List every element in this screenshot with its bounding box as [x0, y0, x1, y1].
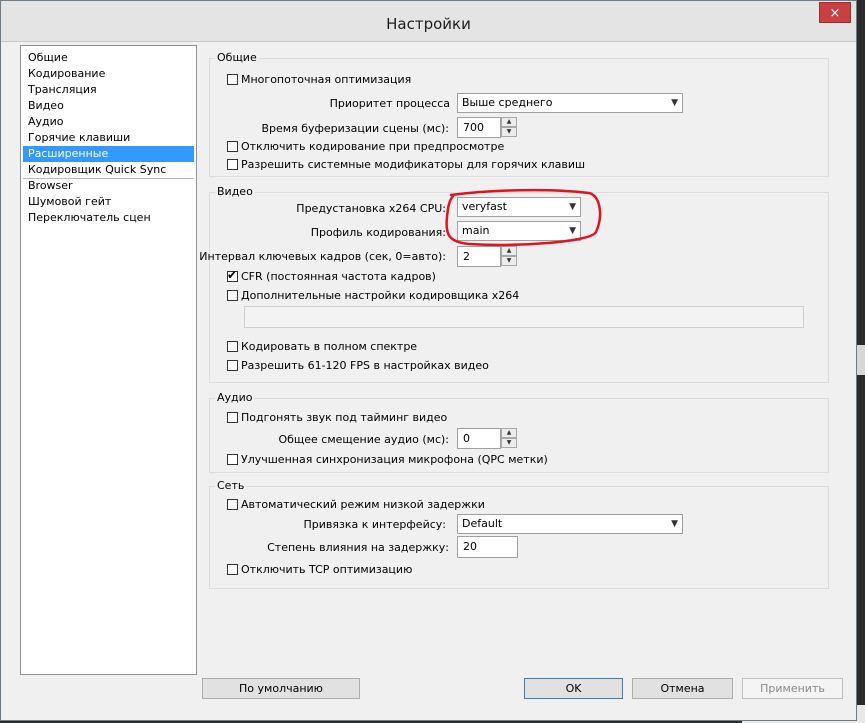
allow-fps-label: Разрешить 61-120 FPS в настройках видео: [241, 359, 489, 372]
sidebar-item-quick-sync[interactable]: Кодировщик Quick Sync: [23, 162, 194, 178]
multithread-label: Многопоточная оптимизация: [241, 73, 412, 86]
cancel-button[interactable]: Отмена: [632, 678, 733, 699]
allow-fps-checkbox[interactable]: Разрешить 61-120 FPS в настройках видео: [227, 359, 489, 372]
video-group-title: Видео: [215, 185, 255, 198]
defaults-button[interactable]: По умолчанию: [202, 678, 360, 699]
spin-down-icon[interactable]: ▼: [501, 127, 517, 137]
buffer-spinbox[interactable]: 700 ▲ ▼: [457, 117, 517, 138]
checkbox-box[interactable]: [227, 341, 238, 352]
sidebar-item-general[interactable]: Общие: [23, 50, 194, 66]
general-group-title: Общие: [215, 51, 259, 64]
sidebar-item-scene-switcher[interactable]: Переключатель сцен: [23, 210, 194, 226]
latency-factor-input[interactable]: 20: [457, 536, 518, 558]
cfr-label: CFR (постоянная частота кадров): [241, 270, 436, 283]
low-latency-label: Автоматический режим низкой задержки: [241, 498, 485, 511]
advanced-x264-label: Дополнительные настройки кодировщика x26…: [241, 289, 520, 302]
buffer-label: Время буферизации сцены (мс):: [261, 122, 450, 135]
advanced-x264-input[interactable]: [244, 306, 804, 328]
checkbox-box[interactable]: [227, 268, 238, 282]
sidebar-item-audio[interactable]: Аудио: [23, 114, 194, 130]
settings-category-list[interactable]: Общие Кодирование Трансляция Видео Аудио…: [20, 45, 197, 675]
disable-tcp-checkbox[interactable]: Отключить TCP оптимизацию: [227, 563, 412, 576]
checkbox-box[interactable]: [227, 412, 238, 423]
checkbox-box[interactable]: [227, 141, 238, 152]
checkbox-box[interactable]: [227, 159, 238, 170]
cfr-checkbox[interactable]: CFR (постоянная частота кадров): [227, 268, 436, 283]
sidebar-item-hotkeys[interactable]: Горячие клавиши: [23, 130, 194, 146]
audio-sync-label: Подгонять звук под тайминг видео: [241, 411, 448, 424]
audio-group-title: Аудио: [215, 391, 255, 404]
close-icon: ×: [829, 6, 841, 21]
background-fragment: [857, 345, 865, 375]
disable-preview-label: Отключить кодирование при предпросмотре: [241, 140, 505, 153]
checkbox-box[interactable]: [227, 454, 238, 465]
mic-sync-label: Улучшенная синхронизация микрофона (QPC …: [241, 453, 548, 466]
annotation-stroke: [445, 188, 602, 247]
settings-window: Настройки × Общие Кодирование Трансляция…: [0, 0, 857, 721]
keyframe-label: Интервал ключевых кадров (сек, 0=авто):: [199, 250, 446, 263]
profile-label: Профиль кодирования:: [310, 226, 446, 239]
sidebar-item-broadcast[interactable]: Трансляция: [23, 82, 194, 98]
mic-sync-checkbox[interactable]: Улучшенная синхронизация микрофона (QPC …: [227, 453, 548, 466]
priority-select[interactable]: Выше среднего ▼: [457, 93, 683, 113]
preset-label: Предустановка x264 CPU:: [296, 202, 446, 215]
spin-up-icon[interactable]: ▲: [501, 117, 517, 127]
chevron-down-icon: ▼: [671, 519, 678, 529]
advanced-x264-checkbox[interactable]: Дополнительные настройки кодировщика x26…: [227, 289, 519, 302]
buffer-value[interactable]: 700: [457, 117, 501, 138]
audio-sync-checkbox[interactable]: Подгонять звук под тайминг видео: [227, 411, 447, 424]
priority-label: Приоритет процесса: [329, 97, 450, 110]
bind-interface-label: Привязка к интерфейсу:: [303, 518, 446, 531]
window-title: Настройки: [386, 15, 471, 33]
full-range-checkbox[interactable]: Кодировать в полном спектре: [227, 340, 417, 353]
sidebar-item-noise-gate[interactable]: Шумовой гейт: [23, 194, 194, 210]
checkbox-box[interactable]: [227, 360, 238, 371]
multithread-checkbox[interactable]: Многопоточная оптимизация: [227, 73, 411, 86]
network-group-title: Сеть: [215, 479, 247, 492]
checkbox-box[interactable]: [227, 564, 238, 575]
latency-factor-label: Степень влияния на задержку:: [267, 541, 449, 554]
checkbox-box[interactable]: [227, 290, 238, 301]
red-highlight-annotation: [445, 188, 602, 247]
spin-down-icon[interactable]: ▼: [501, 256, 517, 266]
allow-modifiers-checkbox[interactable]: Разрешить системные модификаторы для гор…: [227, 158, 585, 171]
spin-down-icon[interactable]: ▼: [501, 438, 517, 448]
bind-interface-value: Default: [462, 517, 503, 530]
audio-offset-value[interactable]: 0: [457, 428, 501, 449]
checkbox-box[interactable]: [227, 499, 238, 510]
chevron-down-icon: ▼: [671, 98, 678, 108]
bind-interface-select[interactable]: Default ▼: [457, 514, 683, 534]
sidebar-item-browser[interactable]: Browser: [23, 178, 194, 194]
disable-tcp-label: Отключить TCP оптимизацию: [241, 563, 413, 576]
low-latency-checkbox[interactable]: Автоматический режим низкой задержки: [227, 498, 485, 511]
allow-modifiers-label: Разрешить системные модификаторы для гор…: [241, 158, 586, 171]
checkbox-box[interactable]: [227, 74, 238, 85]
spin-up-icon[interactable]: ▲: [501, 428, 517, 438]
disable-preview-checkbox[interactable]: Отключить кодирование при предпросмотре: [227, 140, 504, 153]
sidebar-item-advanced[interactable]: Расширенные: [23, 146, 194, 162]
priority-value: Выше среднего: [462, 96, 553, 109]
ok-button[interactable]: OK: [524, 678, 623, 699]
audio-offset-spinbox[interactable]: 0 ▲ ▼: [457, 428, 517, 449]
full-range-label: Кодировать в полном спектре: [241, 340, 418, 353]
close-button[interactable]: ×: [819, 2, 851, 23]
sidebar-item-encoding[interactable]: Кодирование: [23, 66, 194, 82]
title-bar: Настройки ×: [1, 1, 856, 42]
audio-offset-label: Общее смещение аудио (мс):: [278, 433, 449, 446]
sidebar-item-video[interactable]: Видео: [23, 98, 194, 114]
apply-button: Применить: [742, 678, 843, 699]
